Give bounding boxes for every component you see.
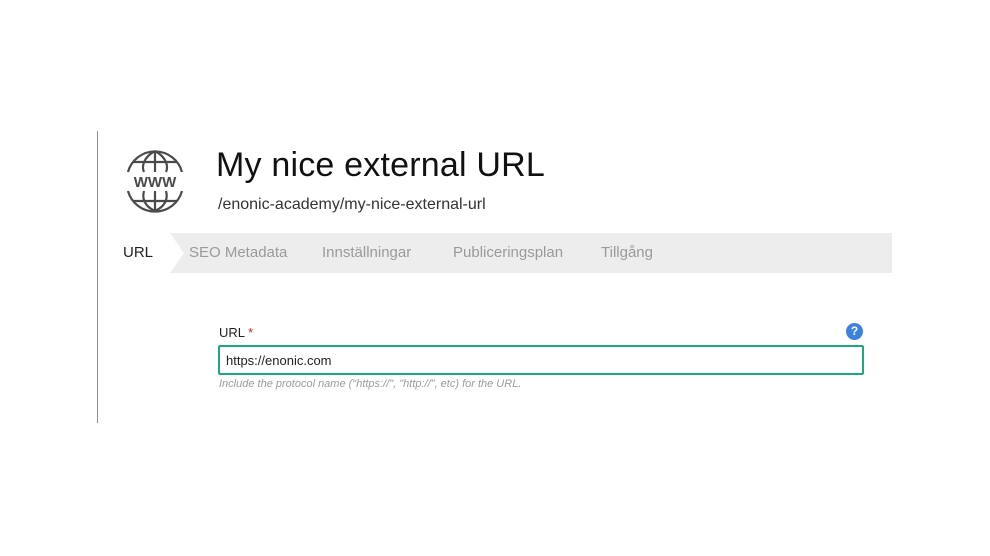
content-editor: WWW My nice external URL /enonic-academy… bbox=[0, 0, 990, 556]
tab-url[interactable]: URL bbox=[123, 233, 153, 273]
required-marker: * bbox=[248, 325, 254, 340]
tab-tillgang[interactable]: Tillgång bbox=[601, 233, 653, 273]
help-icon[interactable]: ? bbox=[846, 323, 863, 340]
url-field-label: URL * bbox=[219, 325, 253, 340]
tab-innstallningar[interactable]: Innställningar bbox=[322, 233, 411, 273]
tab-publiceringsplan[interactable]: Publiceringsplan bbox=[453, 233, 563, 273]
content-path: /enonic-academy/my-nice-external-url bbox=[218, 196, 486, 213]
panel-divider bbox=[97, 131, 98, 423]
url-input[interactable] bbox=[218, 345, 864, 375]
url-help-text: Include the protocol name ("https://", "… bbox=[219, 378, 522, 390]
globe-www-icon: WWW bbox=[126, 150, 184, 213]
tab-seo-metadata[interactable]: SEO Metadata bbox=[189, 233, 287, 273]
url-label-text: URL bbox=[219, 325, 245, 340]
tab-bar: URL SEO Metadata Innställningar Publicer… bbox=[98, 233, 892, 273]
page-title: My nice external URL bbox=[216, 146, 546, 184]
globe-icon-text: WWW bbox=[134, 174, 177, 191]
